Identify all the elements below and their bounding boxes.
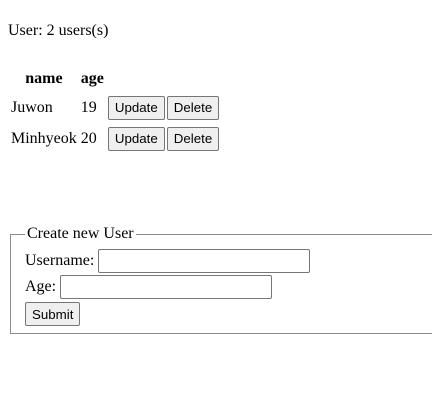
update-user-button[interactable]: Update [107,95,165,120]
age-input[interactable] [60,275,273,300]
update-user-button[interactable]: Update [107,126,165,151]
submit-button[interactable]: Submit [25,302,81,327]
table-row: Juwon 19 Update Delete [10,93,222,122]
column-header-age: age [80,69,104,87]
table-row: Minhyeok 20 Update Delete [10,124,222,153]
create-user-form: Create new User Username: Age: Submit [10,224,432,334]
user-actions-cell: Update Delete [107,124,222,153]
user-actions-cell: Update Delete [107,93,222,122]
age-row: Age: [25,274,432,300]
users-table: name age Juwon 19 Update Delete Minhyeok … [8,64,224,155]
create-user-legend: Create new User [27,225,134,242]
user-name-cell: Minhyeok [11,129,77,147]
column-header-name: name [25,69,63,87]
username-row: Username: [25,248,432,274]
username-input[interactable] [98,249,311,274]
user-count-summary: User: 2 users(s) [8,22,109,39]
delete-user-button[interactable]: Delete [166,126,220,151]
username-label: Username: [25,252,95,269]
submit-row: Submit [25,301,432,327]
column-header-actions [107,66,222,91]
delete-user-button[interactable]: Delete [166,95,220,120]
table-header-row: name age [10,66,222,91]
user-age-cell: 19 [80,98,97,116]
age-label: Age: [25,278,57,295]
user-name-cell: Juwon [11,98,53,116]
user-age-cell: 20 [80,129,97,147]
